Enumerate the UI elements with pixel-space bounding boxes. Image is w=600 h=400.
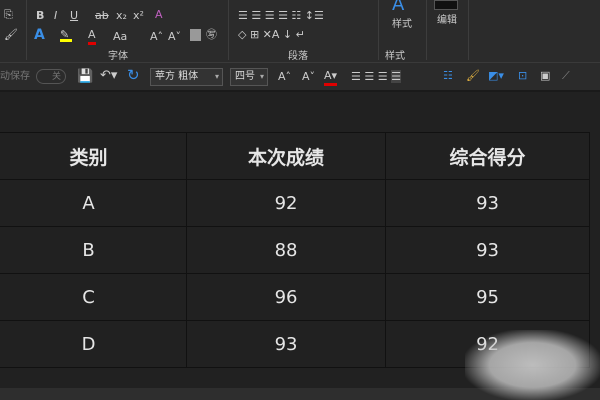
cell[interactable]: 93 [186, 320, 387, 368]
cell[interactable]: 93 [385, 226, 590, 274]
cell[interactable]: C [0, 273, 188, 321]
font-name-select[interactable]: 苹方 粗体 [150, 68, 223, 86]
redo-icon[interactable]: ↻ [127, 68, 140, 83]
change-case-button[interactable]: Aa [113, 30, 127, 44]
edit-button[interactable]: 编辑 [437, 14, 457, 28]
shading-border-icons[interactable]: ◇ ⊞ ✕A ↓ ↵ [238, 28, 305, 42]
save-icon[interactable]: 💾 [77, 70, 93, 84]
cell[interactable]: D [0, 320, 188, 368]
font-size-select[interactable]: 四号 [230, 68, 268, 86]
font-color-icon[interactable]: A▾ [324, 69, 338, 86]
cell[interactable]: 96 [186, 273, 387, 321]
rotate-icon[interactable]: ⟋ [562, 69, 570, 83]
table-row: A 92 93 [0, 179, 590, 227]
shrink-font-icon[interactable]: A˅ [302, 70, 315, 84]
paragraph-align-icons[interactable]: ☰ ☰ ☰ ☰ [351, 70, 401, 84]
italic-button[interactable]: I [54, 9, 57, 23]
align-icons[interactable]: ☰ ☰ ☰ ☰ ☷ ↕☰ [238, 9, 324, 23]
distribute-icon[interactable]: ☷ [443, 69, 453, 83]
autosave-toggle[interactable]: 关 [36, 69, 66, 84]
cell[interactable]: B [0, 226, 188, 274]
underline-button[interactable]: U [70, 9, 78, 23]
group-label-paragraph: 段落 [288, 51, 308, 62]
char-shading-icon[interactable] [190, 29, 201, 41]
table-row: B 88 93 [0, 226, 590, 274]
quick-toolbar: 动保存 关 💾 ↶▾ ↻ 苹方 粗体 四号 A˄ A˅ A▾ ☰ ☰ ☰ ☰ ☷… [0, 63, 600, 92]
shapes-icon[interactable]: ◩▾ [488, 69, 504, 83]
cell[interactable]: 88 [186, 226, 387, 274]
cell[interactable]: 93 [385, 179, 590, 227]
enclose-char-icon[interactable]: ㊢ [206, 28, 217, 42]
cell[interactable]: 92 [186, 179, 387, 227]
format-brush-icon[interactable]: 🖌 [466, 69, 480, 83]
styles-button[interactable]: 样式 [392, 18, 412, 32]
subscript-button[interactable]: x₂ [116, 9, 127, 23]
picture-icon[interactable]: ▣ [540, 69, 550, 83]
group-label-styles: 样式 [385, 51, 405, 62]
cell[interactable]: 95 [385, 273, 590, 321]
cell[interactable]: A [0, 179, 188, 227]
styles-icon[interactable]: A [392, 0, 404, 14]
grow-font-button[interactable]: A˄ [150, 30, 163, 44]
bold-button[interactable]: B [36, 9, 44, 23]
group-label-font: 字体 [108, 51, 128, 62]
clear-format-icon[interactable]: A [155, 8, 163, 22]
autosave-label: 动保存 [0, 71, 30, 82]
text-effect-icon[interactable]: A [34, 28, 45, 42]
table-row: C 96 95 [0, 273, 590, 321]
header-cell[interactable]: 本次成绩 [186, 132, 387, 180]
highlight-icon[interactable]: ✎ [60, 28, 72, 42]
shrink-font-button[interactable]: A˅ [168, 30, 181, 44]
font-color-button[interactable]: A [88, 28, 96, 45]
strikethrough-button[interactable]: ab [95, 9, 109, 23]
format-painter-icon[interactable]: 🖌 [4, 28, 18, 42]
header-cell[interactable]: 综合得分 [385, 132, 590, 180]
undo-icon[interactable]: ↶▾ [100, 69, 117, 83]
find-icon[interactable] [434, 0, 458, 10]
ribbon: ⎘ 🖌 B I U ab x₂ x² A ✎ A Aa A˄ A˅ A ㊢ 字体… [0, 0, 600, 63]
grow-font-icon[interactable]: A˄ [278, 70, 291, 84]
header-cell[interactable]: 类别 [0, 132, 188, 180]
superscript-button[interactable]: x² [133, 9, 144, 23]
table-header-row: 类别 本次成绩 综合得分 [0, 132, 590, 180]
copy-icon[interactable]: ⎘ [4, 8, 13, 22]
textbox-icon[interactable]: ⊡ [518, 69, 527, 83]
watermark [465, 330, 600, 400]
